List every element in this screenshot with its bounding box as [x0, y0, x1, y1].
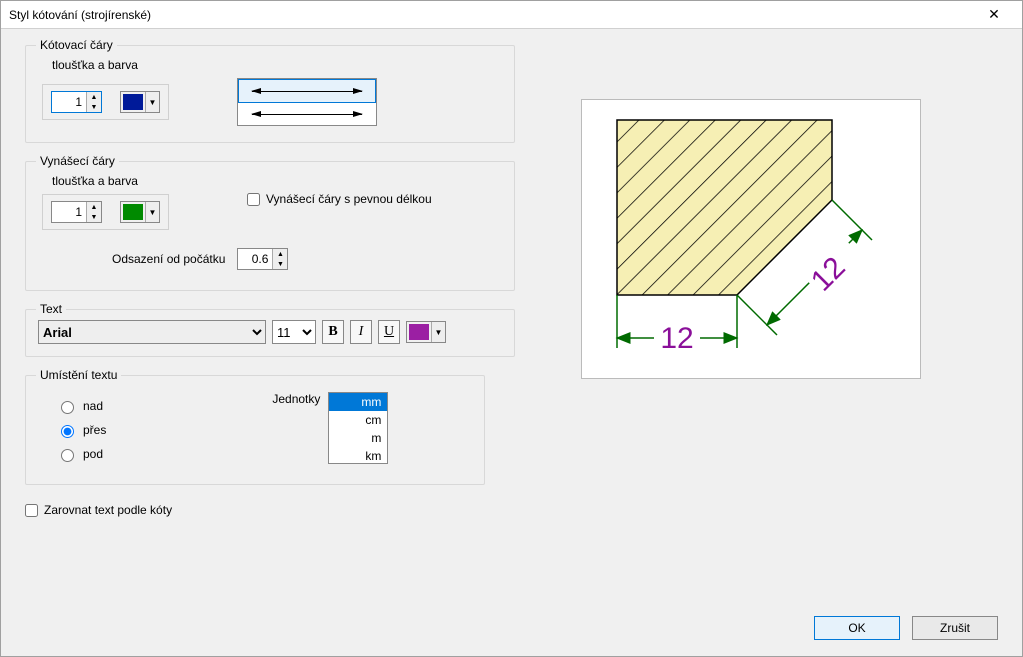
ext-thickness-input[interactable]: [52, 202, 86, 222]
align-label: Zarovnat text podle kóty: [44, 503, 172, 517]
font-select[interactable]: Arial: [38, 320, 266, 344]
group-ext-lines: Vynášecí čáry tloušťka a barva ▲ ▼: [25, 161, 515, 291]
spinner-down-icon[interactable]: ▼: [273, 259, 287, 269]
arrow-style-2[interactable]: [238, 103, 376, 125]
unit-m[interactable]: m: [329, 429, 387, 447]
offset-spinner[interactable]: ▲ ▼: [237, 248, 288, 270]
fixed-length-input[interactable]: [247, 193, 260, 206]
unit-mm[interactable]: mm: [329, 393, 387, 411]
underline-button[interactable]: U: [378, 320, 400, 344]
spinner-up-icon[interactable]: ▲: [273, 249, 287, 259]
dim-thickness-input[interactable]: [52, 92, 86, 112]
offset-input[interactable]: [238, 249, 272, 269]
text-color-picker[interactable]: ▼: [406, 321, 446, 343]
dim-lines-legend: Kótovací čáry: [36, 38, 117, 52]
close-icon[interactable]: ✕: [974, 6, 1014, 23]
italic-button[interactable]: I: [350, 320, 372, 344]
size-select[interactable]: 11: [272, 320, 316, 344]
align-input[interactable]: [25, 504, 38, 517]
ok-button[interactable]: OK: [814, 616, 900, 640]
group-text: Text Arial 11 B I U ▼: [25, 309, 515, 357]
fixed-length-checkbox[interactable]: Vynášecí čáry s pevnou délkou: [247, 192, 432, 206]
ext-thickness-label: tloušťka a barva: [52, 174, 169, 188]
dialog-window: Styl kótování (strojírenské) ✕ Kótovací …: [0, 0, 1023, 657]
offset-label: Odsazení od počátku: [112, 252, 225, 266]
dim-thickness-spinner[interactable]: ▲ ▼: [51, 91, 102, 113]
spinner-down-icon[interactable]: ▼: [87, 212, 101, 222]
ext-color-picker[interactable]: ▼: [120, 201, 160, 223]
dim-thickness-label: tloušťka a barva: [52, 58, 498, 72]
dim-line-preview[interactable]: [237, 78, 377, 126]
spinner-up-icon[interactable]: ▲: [87, 92, 101, 102]
fixed-length-label: Vynášecí čáry s pevnou délkou: [266, 192, 432, 206]
unit-km[interactable]: km: [329, 447, 387, 465]
placement-radios: nad přes pod: [42, 392, 112, 468]
cancel-button[interactable]: Zrušit: [912, 616, 998, 640]
radio-below[interactable]: pod: [56, 446, 106, 462]
ext-color-swatch: [123, 204, 143, 220]
titlebar: Styl kótování (strojírenské) ✕: [1, 1, 1022, 29]
group-placement: Umístění textu nad přes pod Jednotky mm …: [25, 375, 485, 485]
window-title: Styl kótování (strojírenské): [9, 8, 974, 22]
ext-lines-legend: Vynášecí čáry: [36, 154, 119, 168]
dropdown-icon[interactable]: ▼: [145, 202, 159, 222]
radio-above[interactable]: nad: [56, 398, 106, 414]
dim-color-swatch: [123, 94, 143, 110]
text-legend: Text: [36, 302, 66, 316]
preview-pane: 12 12: [581, 99, 921, 379]
dropdown-icon[interactable]: ▼: [145, 92, 159, 112]
preview-svg: 12 12: [582, 100, 922, 380]
dialog-content: Kótovací čáry tloušťka a barva ▲ ▼ ▼: [1, 29, 1022, 656]
arrow-style-1[interactable]: [238, 79, 376, 103]
units-list[interactable]: mm cm m km: [328, 392, 388, 464]
dialog-buttons: OK Zrušit: [814, 616, 998, 640]
placement-legend: Umístění textu: [36, 368, 121, 382]
align-checkbox[interactable]: Zarovnat text podle kóty: [25, 503, 998, 517]
spinner-down-icon[interactable]: ▼: [87, 102, 101, 112]
dim-color-picker[interactable]: ▼: [120, 91, 160, 113]
dim-thickness-group: ▲ ▼ ▼: [42, 84, 169, 120]
radio-through[interactable]: přes: [56, 422, 106, 438]
unit-cm[interactable]: cm: [329, 411, 387, 429]
dropdown-icon[interactable]: ▼: [431, 322, 445, 342]
spinner-up-icon[interactable]: ▲: [87, 202, 101, 212]
bold-button[interactable]: B: [322, 320, 344, 344]
text-color-swatch: [409, 324, 429, 340]
units-label: Jednotky: [272, 392, 320, 406]
ext-thickness-group: ▲ ▼ ▼: [42, 194, 169, 230]
dim-horizontal: 12: [660, 322, 693, 355]
ext-thickness-spinner[interactable]: ▲ ▼: [51, 201, 102, 223]
group-dim-lines: Kótovací čáry tloušťka a barva ▲ ▼ ▼: [25, 45, 515, 143]
